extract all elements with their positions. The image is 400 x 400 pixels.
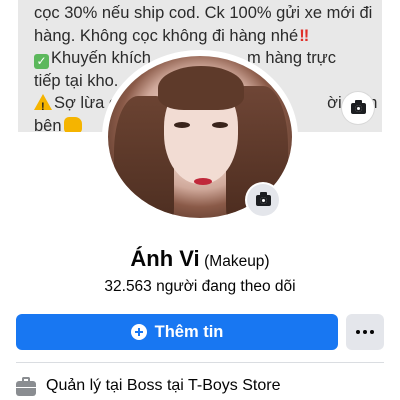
more-dots-icon: [370, 330, 374, 334]
avatar-camera-button[interactable]: [247, 184, 279, 216]
profile-nickname: (Makeup): [204, 253, 270, 270]
more-options-button[interactable]: [346, 314, 384, 350]
warning-icon: [34, 94, 52, 119]
plus-circle-icon: [130, 324, 147, 340]
work-info-text: Quản lý tại Boss tại T-Boys Store: [46, 377, 281, 394]
double-exclamation-icon: ‼: [299, 26, 310, 45]
more-dots-icon: [356, 330, 360, 334]
cover-camera-button[interactable]: [342, 92, 374, 124]
avatar-lips: [194, 178, 212, 185]
cover-line-text: bên: [34, 116, 62, 133]
add-info-label: Thêm tin: [154, 322, 224, 341]
avatar-eye: [212, 122, 228, 128]
thumbs-up-icon: [63, 116, 82, 132]
avatar-eye: [174, 122, 190, 128]
section-divider: [16, 362, 384, 363]
check-mark-icon: ✓: [34, 54, 49, 69]
profile-screen: cọc 30% nếu ship cod. Ck 100% gửi xe mới…: [0, 0, 400, 400]
cover-line: hàng. Không cọc không đi hàng nhé‼: [34, 25, 374, 48]
cover-line-text: m hàng trực: [246, 49, 336, 67]
cover-line: cọc 30% nếu ship cod. Ck 100% gửi xe mới…: [34, 4, 373, 22]
profile-name-row: Ánh Vi (Makeup): [0, 246, 400, 272]
cover-line-text: Khuyến khích: [51, 49, 151, 67]
cover-line-text: hàng. Không cọc không đi hàng nhé: [34, 26, 299, 45]
camera-icon: [350, 99, 366, 114]
avatar-bangs: [158, 66, 244, 110]
more-dots-icon: [363, 330, 367, 334]
briefcase-icon: [16, 376, 36, 396]
profile-name: Ánh Vi: [130, 246, 200, 271]
add-info-button[interactable]: Thêm tin: [16, 314, 338, 350]
followers-count[interactable]: 32.563 người đang theo dõi: [0, 278, 400, 296]
camera-icon: [255, 191, 271, 206]
work-info-row[interactable]: Quản lý tại Boss tại T-Boys Store: [16, 374, 396, 398]
